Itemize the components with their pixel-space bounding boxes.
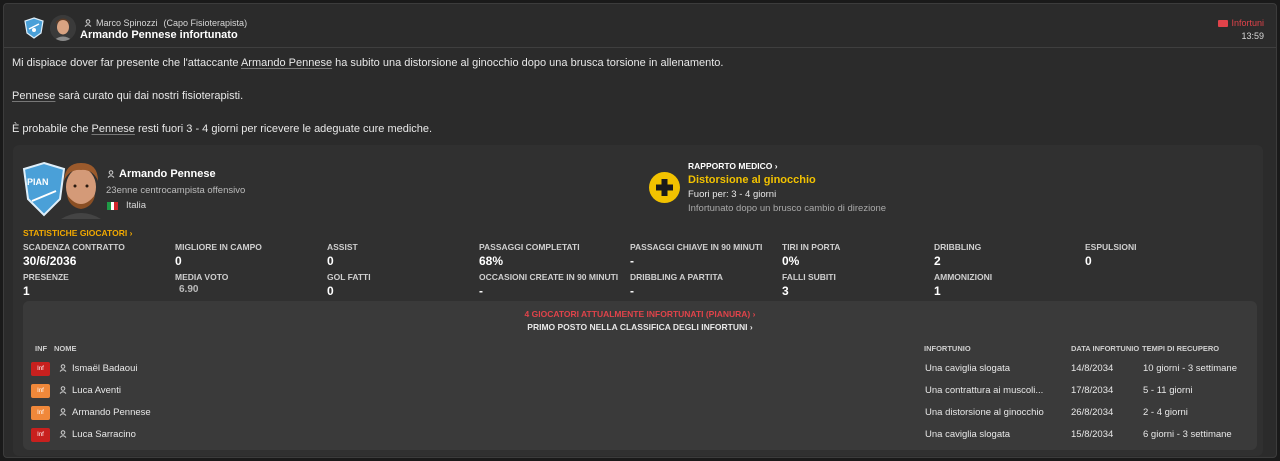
recovery-cell: 2 - 4 giorni: [1143, 407, 1188, 418]
player-cell[interactable]: Luca Sarracino: [59, 429, 136, 440]
injury-badge: Inf: [31, 362, 50, 376]
column-header-inf[interactable]: INF: [35, 344, 47, 353]
stat-assists: ASSIST 0: [327, 242, 358, 268]
injury-badge: Inf: [31, 384, 50, 398]
column-header-date[interactable]: DATA INFORTUNIO: [1071, 344, 1139, 353]
player-description: 23enne centrocampista offensivo: [106, 185, 246, 196]
player-name[interactable]: Luca Aventi: [72, 385, 121, 396]
injury-duration: Fuori per: 3 - 4 giorni: [688, 189, 777, 200]
stat-dribbles: DRIBBLING 2: [934, 242, 982, 268]
table-row[interactable]: Inf Luca Sarracino Una caviglia slogata …: [23, 425, 1257, 445]
medical-report-link[interactable]: RAPPORTO MEDICO ›: [688, 161, 778, 171]
person-icon: [84, 19, 92, 27]
column-header-recovery[interactable]: TEMPI DI RECUPERO: [1142, 344, 1219, 353]
stat-average-rating: MEDIA VOTO 6.90: [175, 272, 229, 295]
player-name[interactable]: Luca Sarracino: [72, 429, 136, 440]
stat-contract-expiry: SCADENZA CONTRATTO 30/6/2036: [23, 242, 125, 268]
category-tag[interactable]: Infortuni: [1218, 18, 1264, 28]
person-icon: [59, 364, 67, 373]
injury-cell: Una caviglia slogata: [925, 363, 1011, 374]
player-name-row[interactable]: Armando Pennese: [107, 168, 216, 180]
player-stats-link[interactable]: STATISTICHE GIOCATORI ›: [23, 228, 132, 238]
player-cell[interactable]: Ismaël Badaoui: [59, 363, 137, 374]
stat-shots-on-target: TIRI IN PORTA 0%: [782, 242, 841, 268]
message-time: 13:59: [1241, 31, 1264, 41]
player-cell[interactable]: Luca Aventi: [59, 385, 121, 396]
player-nationality[interactable]: Italia: [107, 200, 146, 211]
person-icon: [107, 170, 115, 178]
player-cell[interactable]: Armando Pennese: [59, 407, 151, 418]
stat-dribbles-per-game: DRIBBLING A PARTITA -: [630, 272, 724, 298]
injury-cell: Una distorsione al ginocchio: [925, 407, 1044, 418]
message-subject: Armando Pennese infortunato: [80, 29, 238, 41]
player-name[interactable]: Ismaël Badaoui: [72, 363, 137, 374]
injured-players-link[interactable]: 4 GIOCATORI ATTUALMENTE INFORTUNATI (PIA…: [23, 309, 1257, 319]
injury-cell: Una caviglia slogata: [925, 429, 1011, 440]
stat-goals: GOL FATTI 0: [327, 272, 371, 298]
person-icon: [59, 386, 67, 395]
injury-badge: Inf: [31, 406, 50, 420]
category-tag-label: Infortuni: [1231, 18, 1264, 28]
injury-tag-icon: [1218, 19, 1229, 27]
column-header-injury[interactable]: INFORTUNIO: [924, 344, 971, 353]
player-name[interactable]: Armando Pennese: [119, 168, 216, 180]
sender-line[interactable]: Marco Spinozzi (Capo Fisioterapista): [84, 18, 247, 28]
column-header-name[interactable]: NOME: [54, 344, 77, 353]
date-cell: 26/8/2034: [1071, 407, 1114, 418]
news-item-panel: Marco Spinozzi (Capo Fisioterapista) Arm…: [3, 3, 1277, 458]
injury-badge: Inf: [31, 428, 50, 442]
player-name[interactable]: Armando Pennese: [72, 407, 151, 418]
table-row[interactable]: Inf Armando Pennese Una distorsione al g…: [23, 403, 1257, 423]
stat-fouls-against: FALLI SUBITI 3: [782, 272, 836, 298]
message-body: Mi dispiace dover far presente che l'att…: [12, 57, 723, 136]
message-line-1: Mi dispiace dover far presente che l'att…: [12, 57, 724, 69]
player-link[interactable]: Armando Pennese: [241, 57, 332, 69]
message-header: Marco Spinozzi (Capo Fisioterapista) Arm…: [4, 4, 1276, 48]
stat-key-passes-per-90: PASSAGGI CHIAVE IN 90 MINUTI -: [630, 242, 763, 268]
club-crest-icon: [24, 17, 44, 39]
date-cell: 14/8/2034: [1071, 363, 1114, 374]
stat-red-cards: ESPULSIONI 0: [1085, 242, 1137, 268]
recovery-cell: 6 giorni - 3 settimane: [1143, 429, 1232, 440]
recovery-cell: 5 - 11 giorni: [1143, 385, 1193, 396]
stat-chances-created-per-90: OCCASIONI CREATE IN 90 MINUTI -: [479, 272, 619, 298]
date-cell: 17/8/2034: [1071, 385, 1114, 396]
message-line-3: È probabile che Pennese resti fuori 3 - …: [12, 123, 433, 135]
player-injury-card: PIAN Armando Pennese 23enne centrocampis…: [13, 145, 1263, 456]
injury-cause: Infortunato dopo un brusco cambio di dir…: [688, 203, 887, 214]
table-row[interactable]: Inf Ismaël Badaoui Una caviglia slogata …: [23, 359, 1257, 379]
date-cell: 15/8/2034: [1071, 429, 1114, 440]
injury-list-panel: 4 GIOCATORI ATTUALMENTE INFORTUNATI (PIA…: [23, 301, 1257, 450]
stat-appearances: PRESENZE 1: [23, 272, 69, 298]
sender-avatar[interactable]: [50, 15, 76, 41]
recovery-cell: 10 giorni - 3 settimane: [1143, 363, 1237, 374]
table-row[interactable]: Inf Luca Aventi Una contrattura ai musco…: [23, 381, 1257, 401]
sender-name[interactable]: Marco Spinozzi: [96, 18, 158, 28]
person-icon: [59, 430, 67, 439]
stat-yellow-cards: AMMONIZIONI 1: [934, 272, 993, 298]
injury-cell: Una contrattura ai muscoli...: [925, 385, 1044, 396]
player-portrait[interactable]: [53, 157, 109, 219]
sender-role: (Capo Fisioterapista): [163, 18, 248, 28]
injury-name: Distorsione al ginocchio: [688, 174, 816, 186]
club-badge-text: PIAN: [27, 177, 49, 187]
player-link[interactable]: Pennese: [92, 123, 135, 135]
italy-flag-icon: [107, 201, 119, 210]
person-icon: [59, 408, 67, 417]
stat-player-of-match: MIGLIORE IN CAMPO 0: [175, 242, 262, 268]
player-link[interactable]: Pennese: [12, 90, 55, 102]
message-line-2: Pennese sarà curato qui dai nostri fisio…: [12, 90, 244, 102]
medical-cross-icon: [649, 172, 680, 203]
injury-ranking-link[interactable]: PRIMO POSTO NELLA CLASSIFICA DEGLI INFOR…: [23, 322, 1257, 332]
stat-pass-completion: PASSAGGI COMPLETATI 68%: [479, 242, 580, 268]
nationality-label: Italia: [126, 200, 147, 211]
